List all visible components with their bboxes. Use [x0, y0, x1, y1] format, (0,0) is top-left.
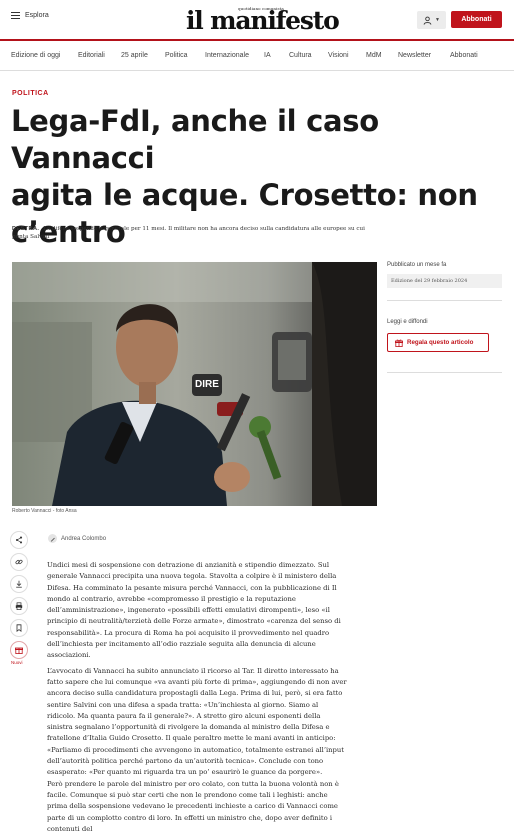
nav-item-ia[interactable]: IA [264, 52, 271, 59]
user-icon [423, 16, 432, 25]
nav-item-edizione-di-oggi[interactable]: Edizione di oggi [11, 52, 60, 59]
gift-icon [395, 339, 403, 347]
download-button[interactable] [10, 575, 28, 593]
gift-article-label: Regala questo articolo [407, 339, 474, 346]
bookmark-icon [16, 624, 22, 632]
nav-item-25-aprile[interactable]: 25 aprile [121, 52, 148, 59]
gift-share-button[interactable] [10, 641, 28, 659]
read-share-label: Leggi e diffondi [387, 319, 428, 325]
logo-name: il manifesto [186, 6, 340, 35]
nav-item-visioni[interactable]: Visioni [328, 52, 349, 59]
site-logo[interactable]: quotidiano comunista il manifesto [186, 4, 340, 36]
sidebar-divider [387, 372, 502, 373]
print-icon [15, 602, 23, 610]
subscribe-button[interactable]: Abbonati [451, 11, 502, 28]
hamburger-icon [11, 12, 20, 19]
body-paragraph: Undici mesi di sospensione con detrazion… [47, 561, 341, 660]
explore-label: Esplora [25, 12, 49, 19]
main-nav: Edizione di oggi Editoriali 25 aprile Po… [0, 43, 514, 71]
sidebar-divider [387, 300, 502, 301]
photo-caption: Roberto Vannacci - foto Ansa [12, 508, 77, 514]
body-paragraph: L’avvocato di Vannacci ha subito annunci… [47, 666, 347, 777]
download-icon [16, 580, 22, 588]
copy-link-button[interactable] [10, 553, 28, 571]
link-icon [15, 559, 23, 565]
author-byline[interactable]: Andrea Colombo [48, 534, 106, 543]
article-body: Undici mesi di sospensione con detrazion… [47, 560, 347, 831]
print-button[interactable] [10, 597, 28, 615]
gift-article-button[interactable]: Regala questo articolo [387, 333, 489, 352]
share-button[interactable] [10, 531, 28, 549]
nav-item-mdm[interactable]: MdM [366, 52, 382, 59]
nav-item-cultura[interactable]: Cultura [289, 52, 312, 59]
microphone-logo-text: DIRE [195, 379, 219, 390]
share-icon [15, 536, 23, 544]
nav-item-politica[interactable]: Politica [165, 52, 188, 59]
body-paragraph: Però prendere le parole del ministro per… [47, 779, 339, 831]
explore-menu-button[interactable]: Esplora [11, 12, 49, 19]
author-name: Andrea Colombo [61, 535, 107, 542]
chevron-down-icon: ▼ [435, 17, 440, 23]
nav-item-newsletter[interactable]: Newsletter [398, 52, 431, 59]
author-avatar [48, 534, 57, 543]
nav-item-editoriali[interactable]: Editoriali [78, 52, 105, 59]
gift-icon [15, 647, 23, 654]
site-header: Esplora quotidiano comunista il manifest… [0, 0, 514, 41]
pen-icon [50, 537, 55, 542]
article-photo: DIRE [12, 262, 377, 506]
published-label: Pubblicato un mese fa [387, 262, 447, 268]
title-line: Lega-FdI, anche il caso Vannacci [11, 104, 379, 175]
nav-item-abbonati[interactable]: Abbonati [450, 52, 478, 59]
summary-text: La difesa sospende il generale per 11 me… [12, 226, 365, 240]
article-summary: DESTRA. La difesa sospende il generale p… [12, 225, 372, 241]
gift-share-caption: Nuovi [11, 660, 23, 665]
summary-kicker: DESTRA. [12, 226, 40, 232]
bookmark-button[interactable] [10, 619, 28, 637]
nav-item-internazionale[interactable]: Internazionale [205, 52, 249, 59]
account-button[interactable]: ▼ [417, 11, 446, 29]
section-label[interactable]: POLITICA [12, 90, 49, 97]
title-line: agita le acque. Crosetto: non [11, 178, 478, 212]
edition-link[interactable]: Edizione del 29 febbraio 2024 [387, 274, 502, 288]
